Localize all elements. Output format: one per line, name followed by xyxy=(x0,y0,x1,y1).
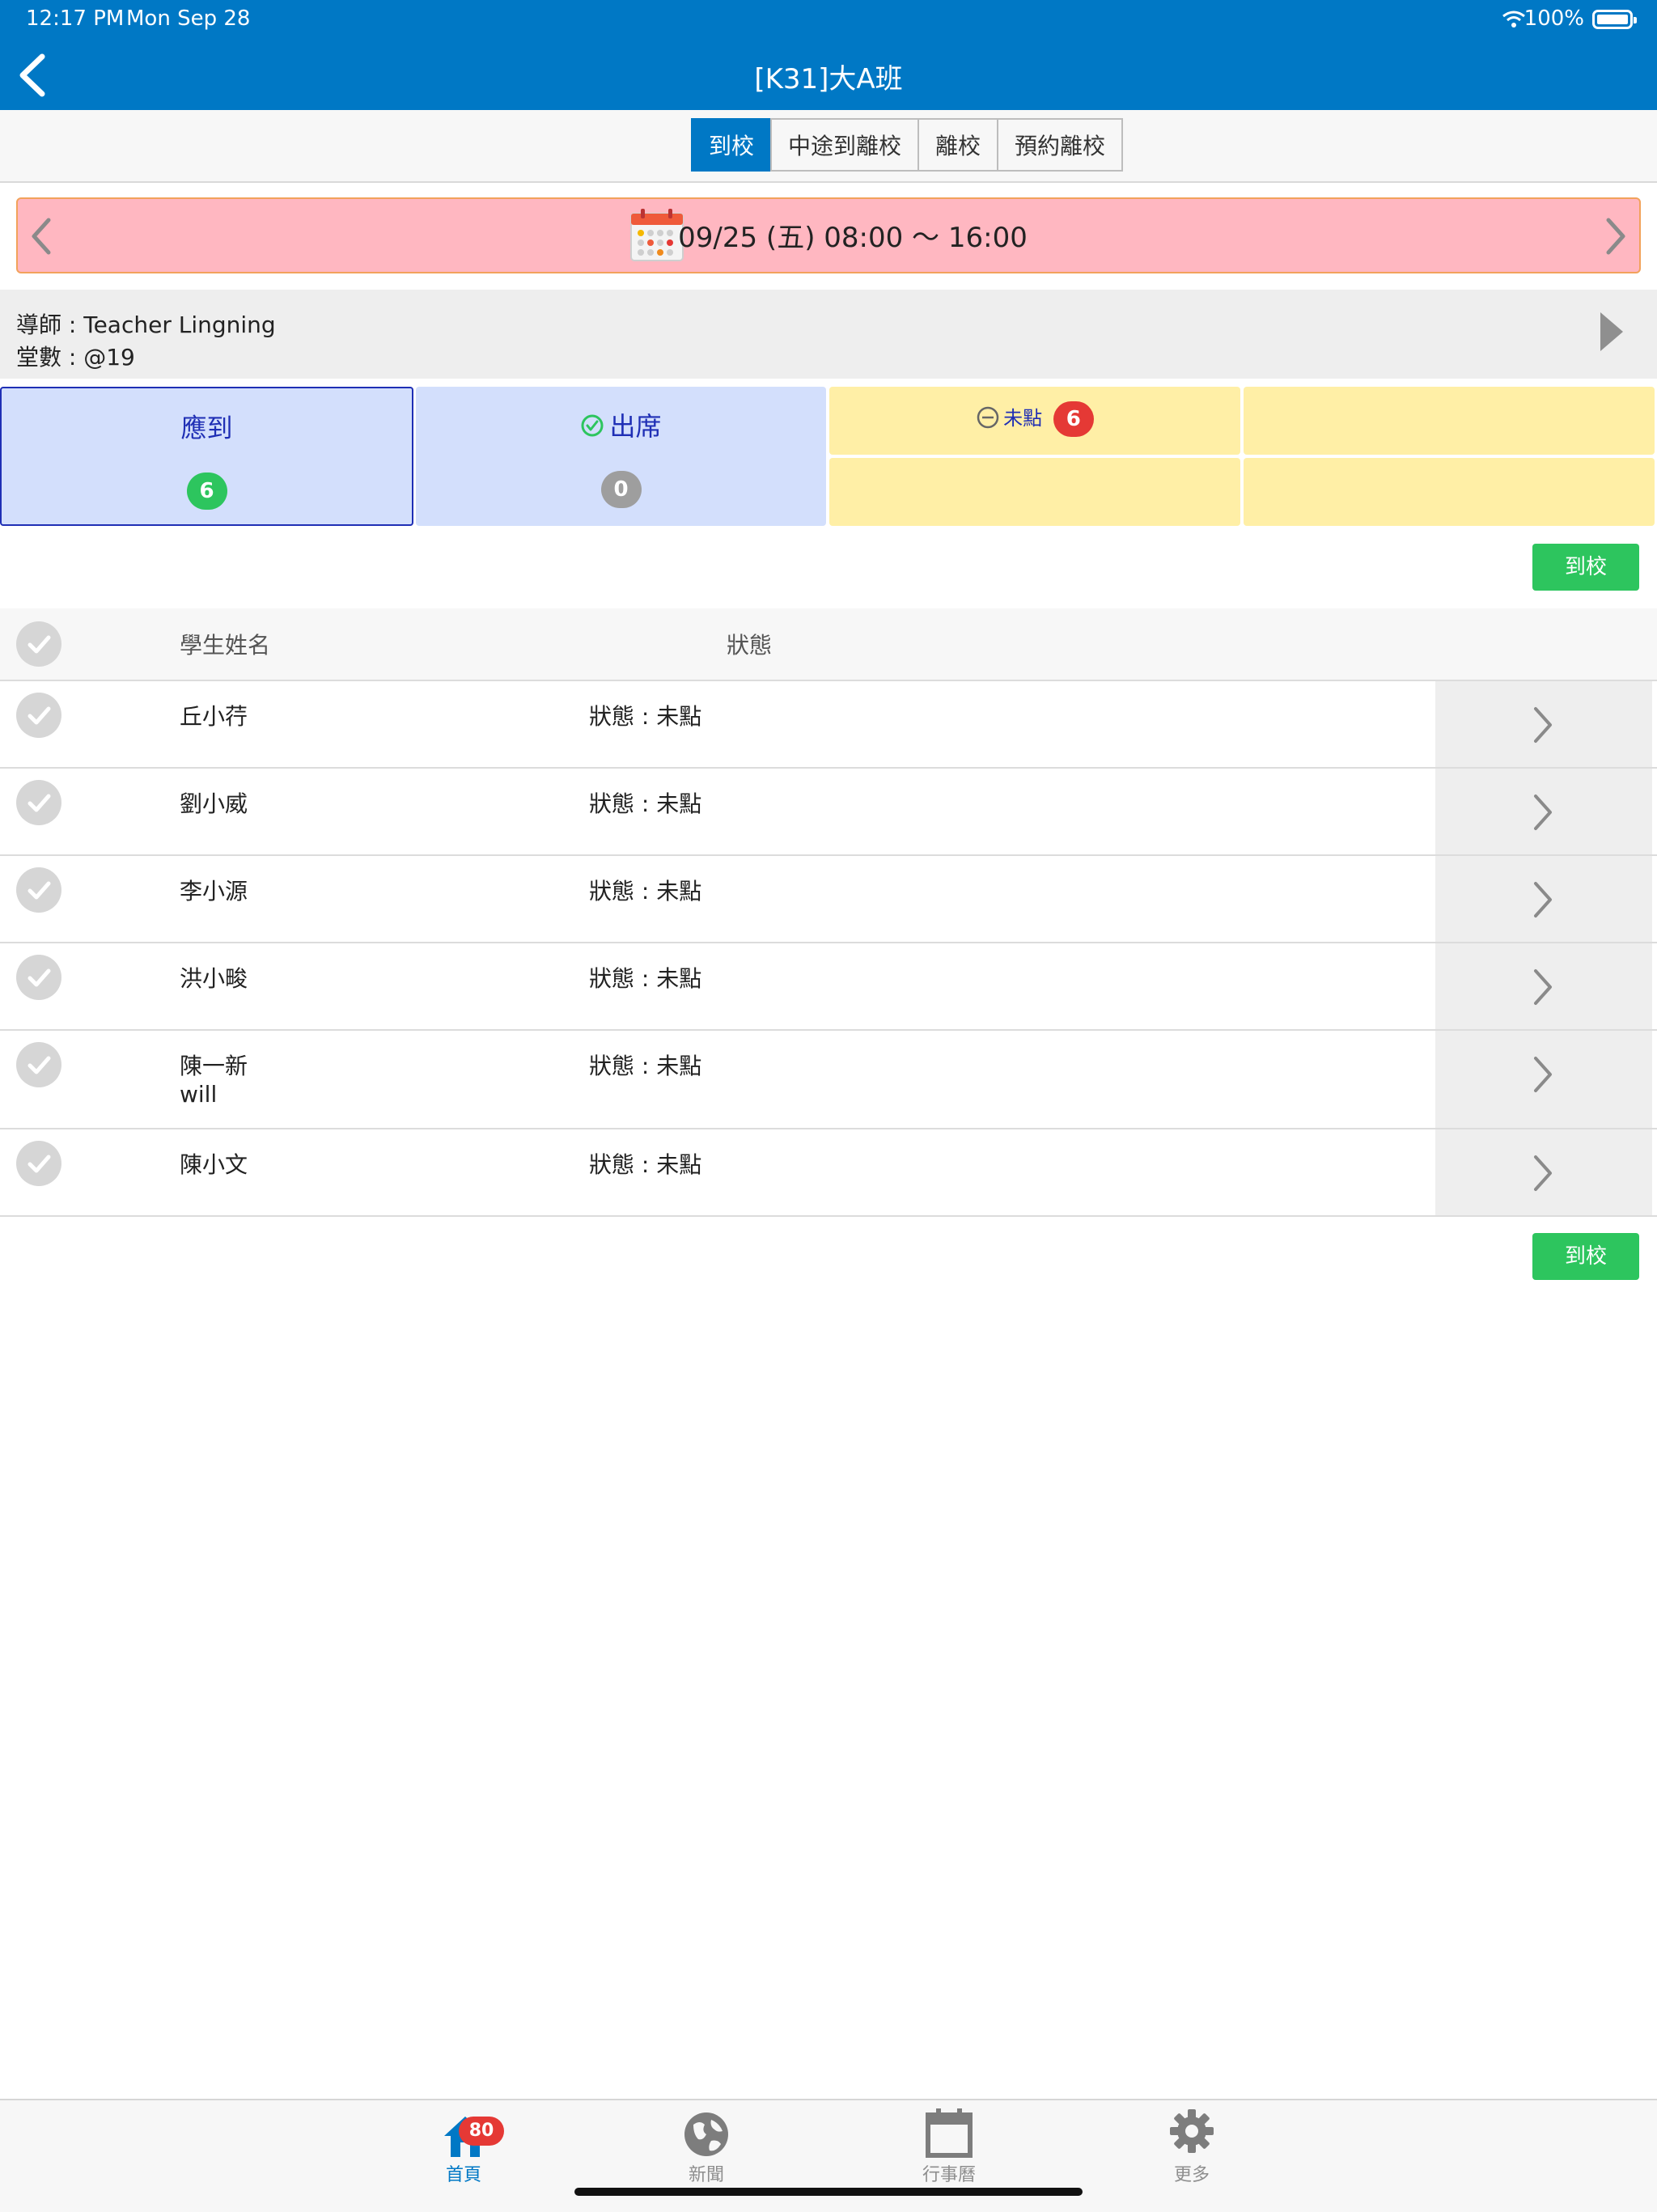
present-card[interactable]: 出席 0 xyxy=(416,387,826,526)
student-name: 劉小威 xyxy=(180,790,248,817)
select-all-check-icon[interactable] xyxy=(16,621,61,667)
home-notification-badge: 80 xyxy=(459,2117,504,2146)
chevron-right-icon xyxy=(1534,1057,1552,1092)
row-detail-button[interactable] xyxy=(1435,856,1652,942)
table-row[interactable]: 陳小文 狀態 : 未點 xyxy=(0,1129,1657,1217)
status-battery-text: 100% xyxy=(1524,6,1584,31)
tab-more[interactable]: 更多 xyxy=(1135,2100,1248,2197)
tab-more-label: 更多 xyxy=(1173,2165,1210,2185)
chevron-right-icon xyxy=(1534,969,1552,1005)
student-status: 狀態 : 未點 xyxy=(589,1151,702,1178)
row-check-icon[interactable] xyxy=(16,1141,61,1186)
play-triangle-icon[interactable] xyxy=(1596,307,1628,356)
calendar-icon xyxy=(926,2108,973,2158)
tab-calendar[interactable]: 行事曆 xyxy=(892,2100,1006,2197)
row-check-icon[interactable] xyxy=(16,955,61,1000)
student-status: 狀態 : 未點 xyxy=(589,1053,702,1079)
table-row[interactable]: 丘小荇 狀態 : 未點 xyxy=(0,681,1657,769)
row-detail-button[interactable] xyxy=(1435,1129,1652,1215)
tab-scheduled-leave[interactable]: 預約離校 xyxy=(997,118,1124,172)
date-selector: 09/25 (五) 08:00 ～ 16:00 xyxy=(16,197,1641,273)
expected-card[interactable]: 應到 6 xyxy=(0,387,413,526)
student-name: 陳一新 xyxy=(180,1053,248,1079)
expected-label: 應到 xyxy=(180,413,233,443)
chevron-right-icon xyxy=(1534,1155,1552,1191)
minus-circle-icon xyxy=(977,406,999,429)
row-detail-button[interactable] xyxy=(1435,1031,1652,1128)
tab-calendar-label: 行事曆 xyxy=(922,2165,976,2185)
present-label: 出席 xyxy=(609,411,662,442)
present-heading: 出席 xyxy=(416,406,826,443)
unmarked-heading: 未點 6 xyxy=(829,401,1240,437)
empty-stat-card xyxy=(1244,458,1655,526)
row-detail-button[interactable] xyxy=(1435,769,1652,854)
chevron-right-icon xyxy=(1534,882,1552,917)
present-count-badge: 0 xyxy=(600,471,642,508)
next-date-chevron-icon[interactable] xyxy=(1604,217,1628,256)
chevron-right-icon xyxy=(1534,795,1552,830)
table-row[interactable]: 李小源 狀態 : 未點 xyxy=(0,856,1657,943)
row-check-icon[interactable] xyxy=(16,693,61,738)
tab-news-label: 新聞 xyxy=(688,2165,724,2185)
student-name: 丘小荇 xyxy=(180,703,248,730)
class-info-panel: 導師 : Teacher Lingning 堂數 : @19 xyxy=(0,290,1657,379)
teacher-label: 導師 : Teacher Lingning xyxy=(16,311,276,338)
empty-stat-card xyxy=(829,458,1240,526)
student-status: 狀態 : 未點 xyxy=(589,703,702,730)
row-check-icon[interactable] xyxy=(16,867,61,913)
battery-icon xyxy=(1592,10,1637,29)
chevron-right-icon xyxy=(1534,707,1552,743)
gear-icon xyxy=(1170,2109,1214,2153)
table-row[interactable]: 洪小畯 狀態 : 未點 xyxy=(0,943,1657,1031)
tab-home-label: 首頁 xyxy=(445,2165,481,2185)
present-badge-wrap: 0 xyxy=(416,471,826,508)
tab-arrive[interactable]: 到校 xyxy=(691,118,773,172)
header-student-name: 學生姓名 xyxy=(180,632,271,659)
header-status: 狀態 xyxy=(727,632,773,659)
unmarked-card[interactable]: 未點 6 xyxy=(829,387,1240,455)
tab-leave[interactable]: 離校 xyxy=(917,118,999,172)
arrive-button-top[interactable]: 到校 xyxy=(1532,544,1639,591)
segment-bar: 到校 中途到離校 離校 預約離校 xyxy=(0,110,1657,183)
lesson-count-label: 堂數 : @19 xyxy=(16,344,135,371)
date-range-text: 09/25 (五) 08:00 ～ 16:00 xyxy=(678,222,1028,254)
home-indicator xyxy=(574,2188,1083,2196)
status-date: Mon Sep 28 xyxy=(126,6,251,31)
unmarked-label: 未點 xyxy=(1003,407,1043,430)
page-title: [K31]大A班 xyxy=(754,63,903,95)
expected-badge-wrap: 6 xyxy=(2,472,412,510)
navigation-bar: 12:17 PM Mon Sep 28 100% [K31]大A班 xyxy=(0,0,1657,110)
globe-icon xyxy=(684,2112,728,2156)
student-status: 狀態 : 未點 xyxy=(589,790,702,817)
tab-news[interactable]: 新聞 xyxy=(650,2100,763,2197)
row-check-icon[interactable] xyxy=(16,780,61,825)
wifi-icon xyxy=(1502,11,1525,28)
segmented-control: 到校 中途到離校 離校 預約離校 xyxy=(691,118,1124,172)
table-header: 學生姓名 狀態 xyxy=(0,608,1657,681)
student-name: 陳小文 xyxy=(180,1151,248,1178)
arrive-button-bottom[interactable]: 到校 xyxy=(1532,1233,1639,1280)
empty-stat-card xyxy=(1244,387,1655,455)
student-status: 狀態 : 未點 xyxy=(589,965,702,992)
student-name: 李小源 xyxy=(180,878,248,905)
table-row[interactable]: 陳一新 will 狀態 : 未點 xyxy=(0,1031,1657,1129)
student-alias: will xyxy=(180,1081,218,1108)
table-row[interactable]: 劉小威 狀態 : 未點 xyxy=(0,769,1657,856)
student-status: 狀態 : 未點 xyxy=(589,878,702,905)
row-detail-button[interactable] xyxy=(1435,943,1652,1029)
unmarked-count-badge: 6 xyxy=(1053,401,1094,437)
student-name: 洪小畯 xyxy=(180,965,248,992)
check-circle-icon xyxy=(581,414,604,437)
row-check-icon[interactable] xyxy=(16,1042,61,1087)
tab-home[interactable]: 80 首頁 xyxy=(407,2100,520,2197)
status-time: 12:17 PM xyxy=(26,6,125,31)
row-detail-button[interactable] xyxy=(1435,681,1652,767)
expected-count-badge: 6 xyxy=(186,472,227,510)
tab-midway[interactable]: 中途到離校 xyxy=(770,118,920,172)
